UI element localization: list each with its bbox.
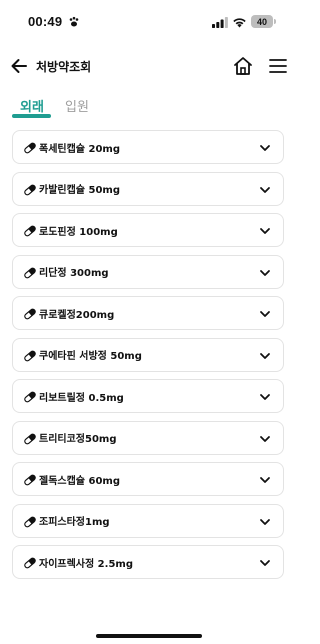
wifi-icon (233, 18, 246, 28)
status-bar: 00:49 40 (0, 0, 296, 44)
drug-item[interactable]: 리보트릴정 0.5mg (12, 379, 284, 413)
pill-icon (24, 433, 36, 444)
drug-name: 리단정 300mg (39, 268, 109, 279)
drug-name: 자이프렉사정 2.5mg (39, 558, 133, 570)
drug-name: 리보트릴정 0.5mg (39, 392, 124, 404)
drug-item[interactable]: 리단정 300mg (12, 254, 284, 289)
drug-name: 젤독스캡슐 60mg (39, 475, 120, 487)
paw-icon (69, 16, 79, 27)
home-icon[interactable] (232, 55, 254, 77)
pill-icon (24, 516, 36, 527)
chevron-down-icon[interactable] (259, 142, 271, 154)
drug-name: 쿠에타핀 서방정 50mg (39, 351, 142, 362)
pill-icon (24, 142, 36, 154)
home-indicator[interactable] (96, 634, 202, 638)
chevron-down-icon[interactable] (259, 225, 271, 237)
pill-icon (24, 557, 36, 569)
drug-item[interactable]: 젤독스캡슐 60mg (12, 462, 284, 496)
chevron-down-icon[interactable] (259, 308, 271, 320)
page-title: 처방약조회 (36, 60, 92, 74)
pill-icon (24, 184, 36, 195)
drug-item[interactable]: 큐로켈정200mg (12, 296, 284, 330)
tab-inpatient[interactable]: 입원 (65, 96, 89, 115)
hamburger-menu-icon[interactable] (268, 57, 288, 75)
drug-name: 로도핀정 100mg (39, 226, 118, 238)
chevron-down-icon[interactable] (259, 184, 271, 196)
pill-icon (24, 474, 36, 486)
pill-icon (24, 267, 36, 278)
drug-item[interactable]: 조피스타정1mg (12, 503, 284, 538)
pill-icon (24, 350, 36, 361)
drug-name: 큐로켈정200mg (39, 309, 115, 321)
app-header: 처방약조회 (0, 48, 296, 88)
tab-outpatient[interactable]: 외래 (20, 96, 44, 115)
pill-icon (24, 391, 36, 403)
tab-bar: 외래 입원 (0, 92, 296, 124)
signal-icon (212, 17, 228, 28)
chevron-down-icon[interactable] (259, 267, 271, 279)
chevron-down-icon[interactable] (259, 391, 271, 403)
chevron-down-icon[interactable] (259, 350, 271, 362)
drug-name: 조피스타정1mg (39, 517, 110, 528)
drug-list: 폭세틴캡슐 20mg 카발린캡슐 50mg 로도핀정 100mg 리단정 300… (12, 130, 284, 587)
pill-icon (24, 225, 36, 237)
chevron-down-icon[interactable] (259, 557, 271, 569)
drug-item[interactable]: 로도핀정 100mg (12, 213, 284, 247)
drug-item[interactable]: 카발린캡슐 50mg (12, 171, 284, 206)
chevron-down-icon[interactable] (259, 474, 271, 486)
drug-name: 트리티코정50mg (39, 434, 117, 445)
drug-name: 폭세틴캡슐 20mg (39, 143, 120, 155)
pill-icon (24, 308, 36, 320)
drug-item[interactable]: 쿠에타핀 서방정 50mg (12, 337, 284, 372)
drug-item[interactable]: 폭세틴캡슐 20mg (12, 130, 284, 164)
battery-icon: 40 (251, 15, 276, 28)
status-time: 00:49 (28, 14, 63, 29)
battery-level: 40 (256, 16, 267, 27)
drug-item[interactable]: 트리티코정50mg (12, 420, 284, 455)
chevron-down-icon[interactable] (259, 433, 271, 445)
chevron-down-icon[interactable] (259, 516, 271, 528)
drug-item[interactable]: 자이프렉사정 2.5mg (12, 545, 284, 579)
drug-name: 카발린캡슐 50mg (39, 185, 120, 196)
back-arrow-icon[interactable] (9, 56, 29, 76)
active-tab-indicator (12, 114, 51, 118)
